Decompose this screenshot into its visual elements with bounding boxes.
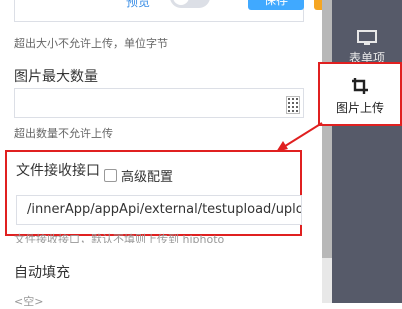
upload-api-input[interactable]: /innerApp/appApi/external/testupload/upl…	[16, 195, 302, 225]
advanced-config[interactable]: 高级配置	[104, 166, 173, 185]
count-hint: 超出数量不允许上传	[14, 127, 113, 140]
sidebar-item-label: 图片上传	[335, 101, 384, 115]
sidebar-item-form-items[interactable]: 表单项	[332, 30, 402, 66]
upload-api-label: 文件接收接口	[16, 163, 100, 179]
side-panel: 表单项	[332, 0, 402, 303]
autofill-label: 自动填充	[14, 265, 70, 281]
monitor-icon	[357, 30, 377, 45]
max-count-label: 图片最大数量	[14, 69, 98, 85]
preview-label: 预览	[126, 0, 151, 9]
upload-api-value: /innerApp/appApi/external/testupload/upl…	[27, 202, 302, 217]
upload-api-hint: 文件接收接口，默认不填则上传到 hiphoto	[14, 233, 225, 243]
max-count-input[interactable]	[14, 88, 304, 118]
advanced-config-label: 高级配置	[121, 170, 174, 185]
size-hint: 超出大小不允许上传，单位字节	[14, 37, 168, 50]
save-button[interactable]: 保存	[248, 0, 304, 10]
number-picker-icon[interactable]	[286, 96, 300, 114]
annotation-arrow-icon	[276, 122, 323, 152]
advanced-config-checkbox[interactable]	[104, 169, 117, 182]
autofill-hint: <空>	[14, 295, 44, 308]
preview-toggle[interactable]	[170, 0, 210, 8]
crop-icon	[352, 78, 368, 94]
sidebar-item-image-upload[interactable]: 图片上传	[318, 62, 402, 126]
